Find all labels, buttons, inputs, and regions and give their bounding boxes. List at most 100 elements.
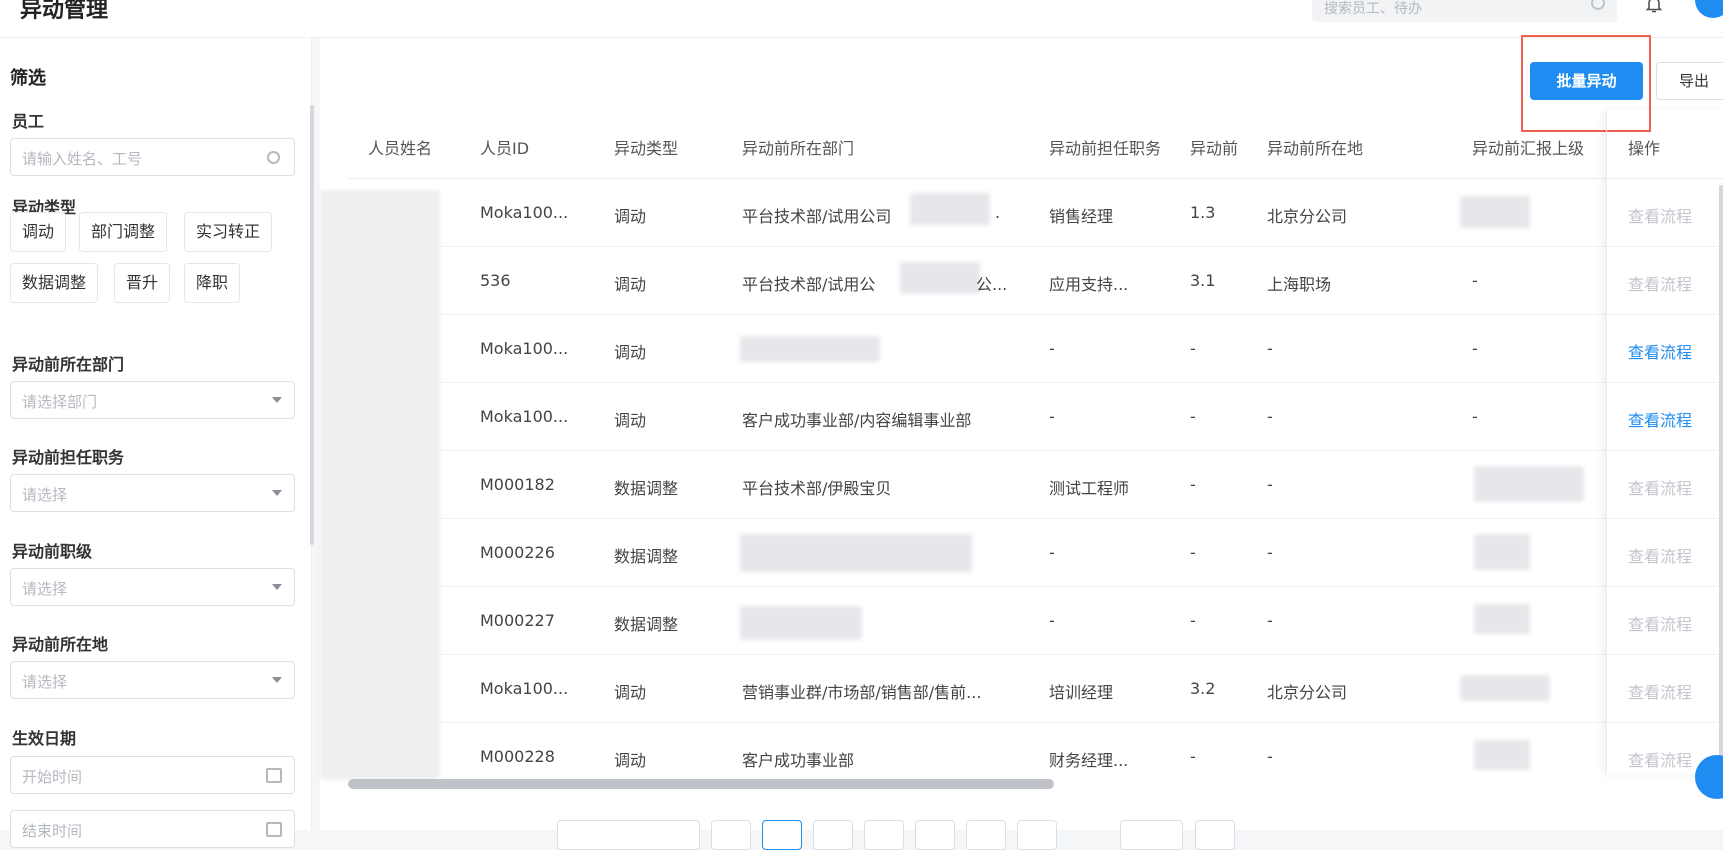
cell-id: Moka100... xyxy=(480,203,569,222)
avatar[interactable] xyxy=(1695,0,1723,18)
page-button[interactable] xyxy=(762,820,802,850)
chip-dept-adjust[interactable]: 部门调整 xyxy=(79,212,168,252)
cell-location: - xyxy=(1267,543,1273,562)
cell-job: 应用支持... xyxy=(1049,275,1129,294)
table-vertical-scrollbar[interactable] xyxy=(1719,185,1723,765)
page-title: 异动管理 xyxy=(20,0,109,23)
cell-dept: 平台技术部/试用公司 xyxy=(742,207,892,226)
position-select[interactable]: 请选择 xyxy=(10,474,295,512)
cell-id: Moka100... xyxy=(480,339,569,358)
page-size-select[interactable] xyxy=(557,820,700,850)
position-label: 异动前担任职务 xyxy=(12,448,125,467)
redacted-dept xyxy=(740,336,880,362)
sidebar-scrollbar[interactable] xyxy=(310,105,314,545)
next-page-button[interactable] xyxy=(1017,820,1057,850)
end-date-input[interactable]: 结束时间 xyxy=(10,810,295,848)
chip-data-adjust[interactable]: 数据调整 xyxy=(10,263,99,303)
col-header-type[interactable]: 异动类型 xyxy=(614,135,678,159)
position-placeholder: 请选择 xyxy=(22,486,68,504)
col-header-position[interactable]: 异动前担任职务 xyxy=(1049,135,1173,159)
dept-placeholder: 请选择部门 xyxy=(22,393,98,411)
redacted-manager xyxy=(1474,534,1530,570)
chip-promotion[interactable]: 晋升 xyxy=(114,263,171,303)
employee-placeholder: 请输入姓名、工号 xyxy=(22,150,143,168)
redacted-manager xyxy=(1474,740,1530,770)
filter-sidebar: 筛选 员工 请输入姓名、工号 异动类型 调动 部门调整 实习转正 数据调整 晋升… xyxy=(0,38,312,848)
level-placeholder: 请选择 xyxy=(22,580,68,598)
redacted-dept xyxy=(900,262,980,294)
cell-dept: 平台技术部/试用公 xyxy=(742,275,876,294)
page-button[interactable] xyxy=(813,820,853,850)
prev-page-button[interactable] xyxy=(711,820,751,850)
location-label: 异动前所在地 xyxy=(12,635,109,654)
cell-manager: - xyxy=(1472,339,1478,358)
chevron-down-icon xyxy=(272,490,282,496)
dept-select[interactable]: 请选择部门 xyxy=(10,381,295,419)
cell-location: 上海职场 xyxy=(1267,275,1332,294)
page-button[interactable] xyxy=(966,820,1006,850)
global-search-input[interactable]: 搜索员工、待办 xyxy=(1312,0,1617,22)
row-divider xyxy=(348,722,1723,723)
cell-level: 3.2 xyxy=(1190,679,1216,698)
chevron-down-icon xyxy=(272,584,282,590)
fixed-action-column xyxy=(1606,110,1723,775)
col-header-location[interactable]: 异动前所在地 xyxy=(1267,135,1363,159)
cell-type: 数据调整 xyxy=(614,547,679,566)
col-header-id[interactable]: 人员ID xyxy=(480,135,529,159)
col-header-name[interactable]: 人员姓名 xyxy=(368,135,432,159)
chip-transfer[interactable]: 调动 xyxy=(10,212,67,252)
redacted-dept xyxy=(740,606,862,640)
table-horizontal-scrollbar[interactable] xyxy=(348,779,1054,789)
chip-intern-conversion[interactable]: 实习转正 xyxy=(184,212,273,252)
cell-location: 北京分公司 xyxy=(1267,683,1348,702)
cell-id: Moka100... xyxy=(480,407,569,426)
top-bar: 异动管理 搜索员工、待办 xyxy=(0,0,1723,38)
location-select[interactable]: 请选择 xyxy=(10,661,295,699)
level-label: 异动前职级 xyxy=(12,542,93,561)
filter-title: 筛选 xyxy=(10,68,46,89)
effective-date-label: 生效日期 xyxy=(12,729,77,748)
level-select[interactable]: 请选择 xyxy=(10,568,295,606)
cell-id: M000228 xyxy=(480,747,555,766)
cell-level: - xyxy=(1190,611,1196,630)
cell-manager: - xyxy=(1472,271,1478,290)
chevron-down-icon xyxy=(272,677,282,683)
page-button[interactable] xyxy=(864,820,904,850)
cell-manager: - xyxy=(1472,407,1478,426)
cell-dept-suffix: 公... xyxy=(976,275,1008,294)
col-header-dept[interactable]: 异动前所在部门 xyxy=(742,135,854,159)
row-divider xyxy=(348,450,1723,451)
cell-level: - xyxy=(1190,543,1196,562)
search-icon xyxy=(267,151,280,164)
redacted-manager xyxy=(1474,604,1530,634)
dept-label: 异动前所在部门 xyxy=(12,355,125,374)
page-jump-button[interactable] xyxy=(1195,820,1235,850)
page-jump-input[interactable] xyxy=(1120,820,1183,850)
row-divider xyxy=(348,654,1723,655)
chip-demotion[interactable]: 降职 xyxy=(184,263,241,303)
export-button[interactable]: 导出 xyxy=(1656,62,1723,100)
cell-type: 调动 xyxy=(614,683,647,702)
cell-level: 3.1 xyxy=(1190,271,1216,290)
col-header-level[interactable]: 异动前 xyxy=(1190,135,1246,159)
row-divider xyxy=(348,246,1723,247)
cell-job: - xyxy=(1049,543,1055,562)
search-icon xyxy=(1591,0,1605,10)
cell-type: 数据调整 xyxy=(614,615,679,634)
bell-icon[interactable] xyxy=(1645,0,1663,14)
cell-location: - xyxy=(1267,407,1273,426)
page-button[interactable] xyxy=(915,820,955,850)
row-divider xyxy=(348,382,1723,383)
row-divider xyxy=(348,586,1723,587)
redacted-manager xyxy=(1460,675,1550,701)
start-date-input[interactable]: 开始时间 xyxy=(10,756,295,794)
row-divider xyxy=(348,314,1723,315)
end-date-placeholder: 结束时间 xyxy=(22,822,83,840)
col-header-manager[interactable]: 异动前汇报上级 xyxy=(1472,135,1584,159)
cell-job: - xyxy=(1049,611,1055,630)
employee-search-input[interactable]: 请输入姓名、工号 xyxy=(10,138,295,176)
cell-id: M000227 xyxy=(480,611,555,630)
start-date-placeholder: 开始时间 xyxy=(22,768,83,786)
cell-level: - xyxy=(1190,747,1196,766)
cell-dept: 客户成功事业部/内容编辑事业部 xyxy=(742,411,972,430)
